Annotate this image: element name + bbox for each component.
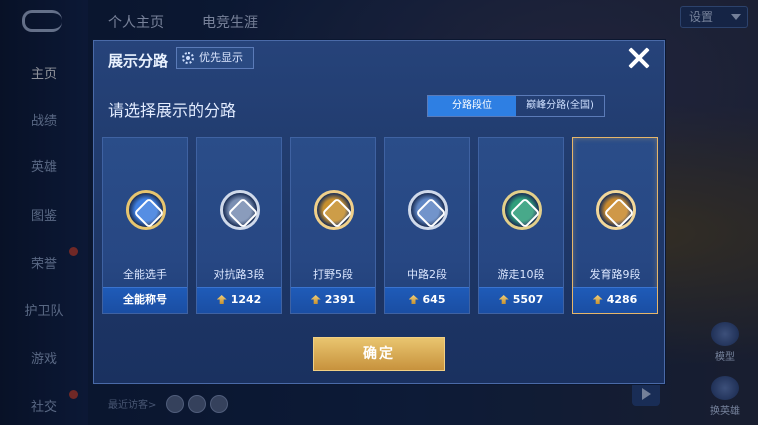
rank-arrow-icon: [216, 295, 227, 304]
lane-card[interactable]: 全能选手 全能称号: [102, 137, 188, 314]
confirm-button[interactable]: 确定: [313, 337, 445, 371]
lane-card[interactable]: 发育路9段 4286: [572, 137, 658, 314]
dialog-title: 展示分路: [108, 52, 169, 70]
farm-lane-emblem-icon: [596, 190, 636, 230]
dialog-subtitle: 请选择展示的分路: [108, 101, 237, 120]
lane-card-label: 打野5段: [313, 268, 353, 281]
mid-lane-emblem-icon: [408, 190, 448, 230]
all-rounder-emblem-icon: [126, 190, 166, 230]
lane-card-label: 中路2段: [407, 268, 447, 281]
lane-card-value: 5507: [512, 293, 544, 306]
lane-card-label: 全能选手: [123, 268, 167, 281]
lane-card-score: 645: [385, 287, 469, 313]
lane-type-toggle: 分路段位 巅峰分路(全国): [427, 95, 605, 117]
lane-card[interactable]: 对抗路3段 1242: [196, 137, 282, 314]
lane-card[interactable]: 中路2段 645: [384, 137, 470, 314]
priority-display-label: 优先显示: [199, 51, 243, 64]
jungle-emblem-icon: [314, 190, 354, 230]
lane-card[interactable]: 打野5段 2391: [290, 137, 376, 314]
rank-arrow-icon: [592, 295, 603, 304]
lane-card-value: 1242: [230, 293, 262, 306]
lane-card-label: 对抗路3段: [213, 268, 265, 281]
lane-card[interactable]: 游走10段 5507: [478, 137, 564, 314]
gear-icon: [182, 52, 194, 64]
rank-arrow-icon: [498, 295, 509, 304]
lane-card-value: 2391: [324, 293, 356, 306]
lane-card-value: 4286: [606, 293, 638, 306]
tab-lane-rank[interactable]: 分路段位: [428, 96, 516, 116]
lane-card-score: 5507: [479, 287, 563, 313]
lane-card-score: 1242: [197, 287, 281, 313]
lane-card-value: 全能称号: [123, 293, 167, 306]
lane-card-score: 4286: [573, 287, 657, 313]
lane-card-label: 发育路9段: [589, 268, 641, 281]
roam-emblem-icon: [502, 190, 542, 230]
lane-card-score: 全能称号: [103, 287, 187, 313]
rank-arrow-icon: [408, 295, 419, 304]
lane-card-list: 全能选手 全能称号 对抗路3段 1242 打野5段 2391 中路2段 645 游走10段 550…: [102, 137, 658, 314]
lane-display-dialog: 展示分路 优先显示 请选择展示的分路 分路段位 巅峰分路(全国) 全能选手全能称…: [93, 40, 665, 384]
tab-peak-lane-national[interactable]: 巅峰分路(全国): [516, 96, 604, 116]
priority-display-button[interactable]: 优先显示: [176, 47, 254, 69]
close-icon[interactable]: [626, 45, 652, 71]
lane-card-value: 645: [422, 293, 446, 306]
lane-card-label: 游走10段: [497, 268, 545, 281]
lane-card-score: 2391: [291, 287, 375, 313]
rank-arrow-icon: [310, 295, 321, 304]
clash-lane-emblem-icon: [220, 190, 260, 230]
